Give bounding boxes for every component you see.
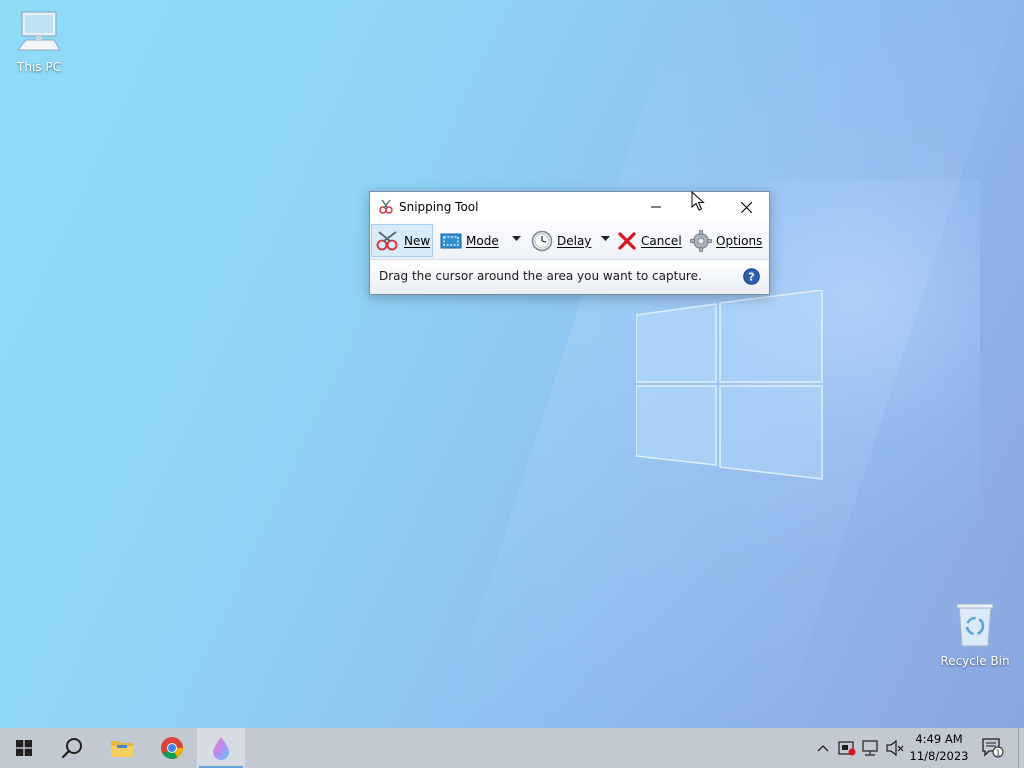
delay-button[interactable]: Delay [531, 224, 591, 257]
options-button[interactable]: Options [690, 224, 762, 257]
delay-label: Delay [557, 233, 592, 248]
notification-count: 1 [995, 748, 1000, 757]
paint-button[interactable] [197, 728, 245, 768]
desktop-icon-label: Recycle Bin [940, 654, 1010, 668]
mouse-cursor-icon [691, 191, 705, 211]
computer-icon [16, 11, 61, 51]
desktop-icon-recycle-bin[interactable]: Recycle Bin [938, 602, 1012, 668]
cancel-label: Cancel [641, 233, 682, 248]
search-icon [61, 738, 82, 759]
network-icon [862, 740, 878, 756]
tray-security-button[interactable] [836, 728, 858, 768]
clock-time: 4:49 AM [915, 732, 963, 746]
status-bar: Drag the cursor around the area you want… [370, 259, 769, 294]
taskbar: 4:49 AM 11/8/2023 1 [0, 728, 1024, 768]
mode-icon [440, 233, 462, 248]
snipping-tool-app-icon [379, 199, 393, 214]
cancel-x-icon [618, 231, 636, 250]
minimize-button[interactable] [634, 192, 678, 222]
tray-volume-button[interactable] [884, 728, 906, 768]
delay-dropdown-arrow-icon[interactable] [601, 236, 610, 242]
mode-dropdown-arrow-icon[interactable] [512, 236, 521, 242]
notification-center-button[interactable]: 1 [976, 728, 1010, 768]
desktop-icon-label: This PC [17, 60, 61, 74]
mode-button[interactable]: Mode [440, 224, 499, 257]
search-button[interactable] [48, 728, 96, 768]
status-message: Drag the cursor around the area you want… [379, 269, 702, 283]
options-label: Options [716, 233, 763, 248]
minimize-icon [651, 206, 661, 208]
clock-icon [531, 230, 553, 251]
file-explorer-icon [111, 741, 133, 757]
notification-icon: 1 [982, 738, 1004, 758]
system-clock[interactable]: 4:49 AM 11/8/2023 [906, 731, 972, 765]
cancel-button[interactable]: Cancel [617, 224, 682, 257]
chrome-button[interactable] [148, 728, 196, 768]
start-button[interactable] [0, 728, 48, 768]
clock-date: 11/8/2023 [909, 749, 969, 763]
new-snip-icon [376, 230, 398, 250]
new-button[interactable]: New [371, 224, 433, 257]
show-hidden-icons-button[interactable] [814, 728, 832, 768]
tray-network-button[interactable] [860, 728, 882, 768]
new-label: New [404, 233, 431, 248]
close-button[interactable] [724, 192, 768, 222]
paint-icon [213, 737, 229, 760]
chrome-icon [161, 737, 183, 759]
gear-icon [690, 229, 712, 252]
help-icon[interactable]: ? [743, 268, 760, 285]
window-title: Snipping Tool [399, 200, 479, 214]
desktop: This PC Recycle Bin Snipping Tool New Mo… [0, 0, 1024, 728]
security-icon [838, 741, 856, 756]
desktop-icon-this-pc[interactable]: This PC [2, 10, 76, 74]
start-icon [16, 740, 32, 756]
close-icon [741, 202, 752, 213]
mode-label: Mode [466, 233, 499, 248]
volume-muted-icon [886, 740, 904, 756]
toolbar: New Mode Delay Cancel Options [370, 222, 769, 259]
file-explorer-button[interactable] [98, 728, 146, 768]
chevron-up-icon [817, 745, 829, 752]
windows-logo-wallpaper [636, 290, 823, 480]
show-desktop-button[interactable] [1018, 728, 1024, 768]
svg-text:?: ? [748, 271, 754, 284]
recycle-bin-icon [956, 603, 994, 647]
snipping-tool-window: Snipping Tool New Mode Delay Cancel Opti… [369, 191, 770, 295]
title-bar[interactable]: Snipping Tool [370, 192, 769, 222]
